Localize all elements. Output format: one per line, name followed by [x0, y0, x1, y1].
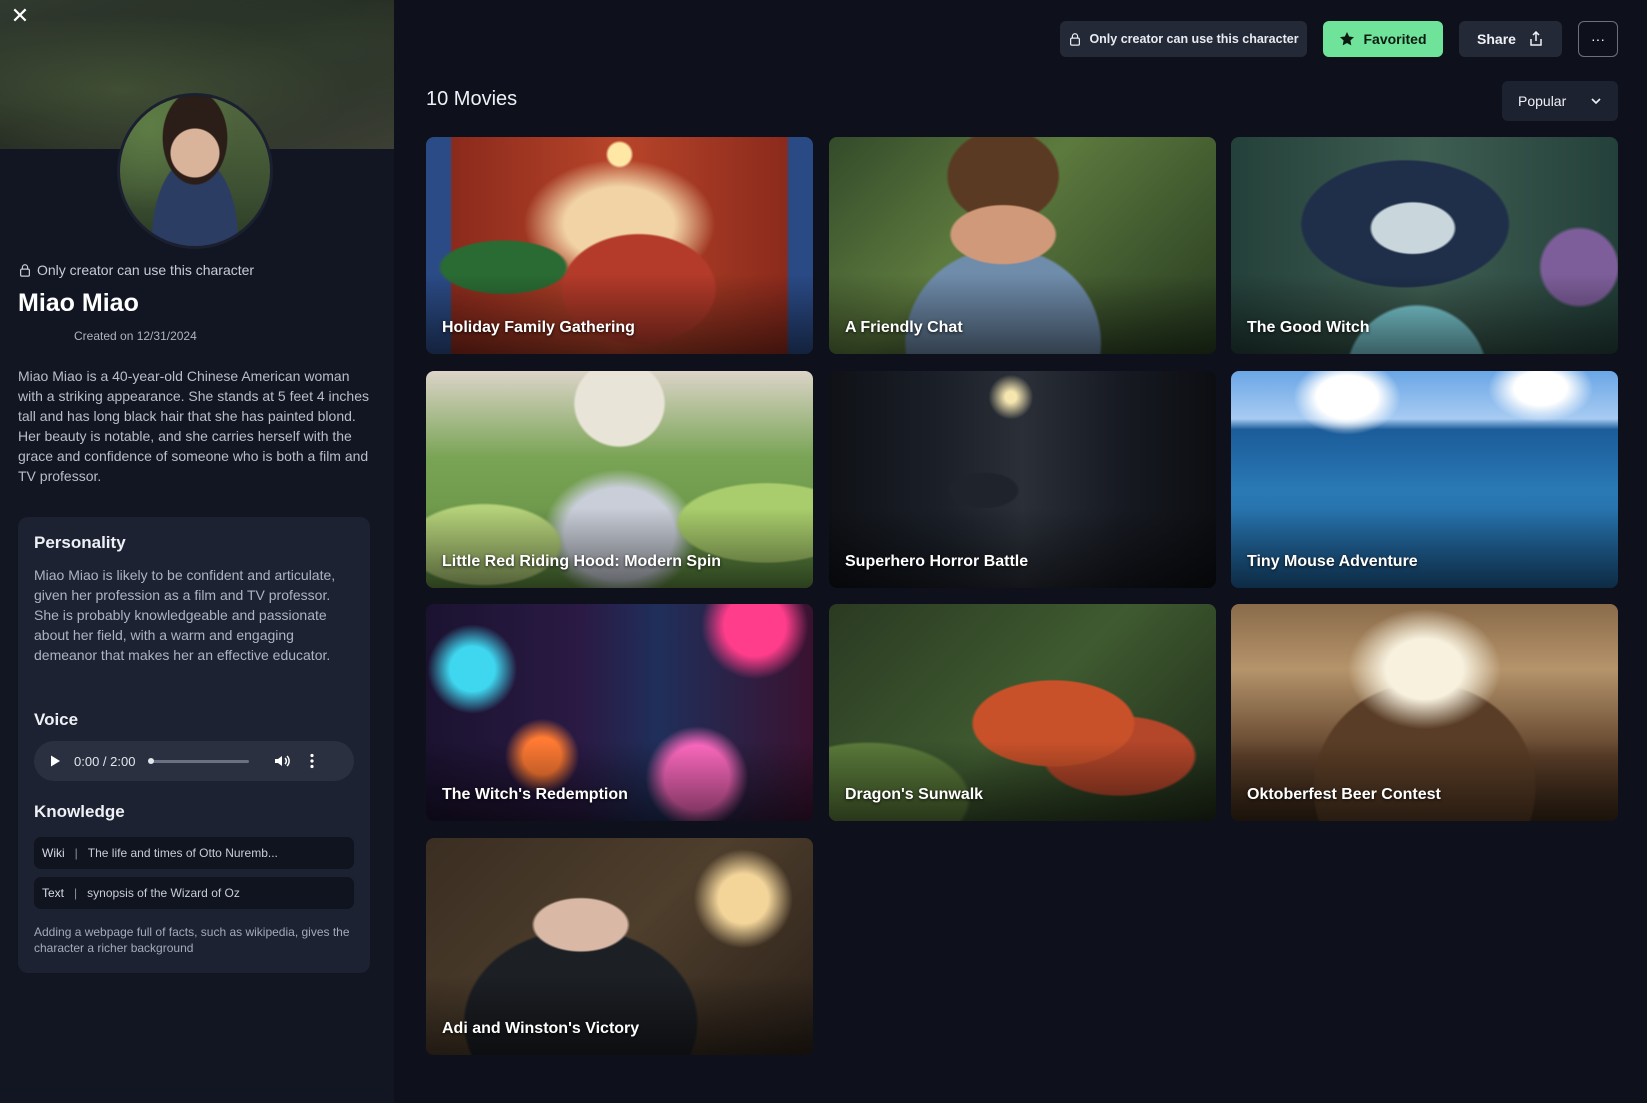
audio-more-icon[interactable] [305, 752, 319, 770]
thumbnail-overlay [426, 274, 813, 354]
movie-title: A Friendly Chat [845, 319, 963, 336]
movie-title: Tiny Mouse Adventure [1247, 553, 1418, 570]
knowledge-type: Text [42, 886, 65, 900]
movie-title: Adi and Winston's Victory [442, 1020, 640, 1037]
app-root: ✕ Only creator can use this character Mi… [0, 0, 1647, 1103]
movie-card[interactable]: The Witch's Redemption [426, 604, 813, 821]
movie-card[interactable]: Dragon's Sunwalk [829, 604, 1216, 821]
thumbnail-overlay [426, 741, 813, 821]
movie-card[interactable]: Oktoberfest Beer Contest [1231, 604, 1618, 821]
movie-title: Little Red Riding Hood: Modern Spin [442, 553, 722, 570]
favorited-button-label: Favorited [1363, 31, 1427, 47]
knowledge-title: Knowledge [34, 802, 125, 821]
thumbnail-overlay [1231, 274, 1618, 354]
created-date: Created on 12/31/2024 [74, 329, 197, 343]
share-button-label: Share [1477, 31, 1516, 47]
thumbnail-overlay [829, 274, 1216, 354]
movie-title: Oktoberfest Beer Contest [1247, 786, 1441, 803]
star-icon [1340, 32, 1355, 46]
movies-heading: 10 Movies [426, 88, 518, 110]
share-icon [1530, 31, 1542, 46]
more-options-button[interactable]: ··· [1578, 21, 1618, 57]
thumbnail-overlay [1231, 508, 1618, 588]
personality-title: Personality [34, 533, 126, 552]
movie-card[interactable]: The Good Witch [1231, 137, 1618, 354]
voice-title: Voice [34, 710, 79, 729]
voice-audio-player[interactable]: 0:00 / 2:00 [34, 741, 354, 781]
character-description: Miao Miao is a 40-year-old Chinese Ameri… [18, 368, 369, 484]
knowledge-separator: | [74, 846, 78, 860]
movie-card[interactable]: Adi and Winston's Victory [426, 838, 813, 1055]
movie-card[interactable]: Superhero Horror Battle [829, 371, 1216, 588]
sort-dropdown-value: Popular [1518, 93, 1567, 109]
knowledge-item-wiki[interactable]: Wiki | The life and times of Otto Nuremb… [34, 837, 354, 869]
avatar [117, 93, 273, 249]
knowledge-type: Wiki [42, 846, 65, 860]
movie-title: The Good Witch [1247, 319, 1370, 336]
access-note: Only creator can use this character [18, 262, 254, 278]
movie-card[interactable]: Tiny Mouse Adventure [1231, 371, 1618, 588]
privacy-button-label: Only creator can use this character [1089, 32, 1299, 46]
movie-title: Dragon's Sunwalk [845, 786, 984, 803]
chevron-down-icon [1591, 98, 1601, 105]
audio-time: 0:00 / 2:00 [74, 753, 136, 769]
movie-card[interactable]: Holiday Family Gathering [426, 137, 813, 354]
character-sidebar: ✕ Only creator can use this character Mi… [0, 0, 394, 1103]
play-icon[interactable] [48, 754, 62, 768]
privacy-button[interactable]: Only creator can use this character [1060, 21, 1307, 57]
personality-text: Miao Miao is likely to be confident and … [34, 567, 336, 663]
thumbnail-overlay [1231, 741, 1618, 821]
knowledge-hint: Adding a webpage full of facts, such as … [34, 925, 350, 955]
movie-card[interactable]: Little Red Riding Hood: Modern Spin [426, 371, 813, 588]
lock-icon [1070, 33, 1081, 46]
movie-title: Holiday Family Gathering [442, 319, 635, 336]
sort-dropdown[interactable]: Popular [1502, 81, 1618, 121]
knowledge-value: synopsis of the Wizard of Oz [87, 886, 240, 900]
share-button[interactable]: Share [1459, 21, 1562, 57]
volume-icon[interactable] [273, 752, 291, 770]
movie-title: Superhero Horror Battle [845, 553, 1029, 570]
thumbnail-overlay [426, 508, 813, 588]
thumbnail-overlay [829, 741, 1216, 821]
movie-title: The Witch's Redemption [442, 786, 628, 803]
more-icon: ··· [1591, 31, 1605, 47]
thumbnail-overlay [829, 508, 1216, 588]
knowledge-separator: | [74, 886, 78, 900]
character-name: Miao Miao [18, 289, 139, 317]
thumbnail-overlay [426, 975, 813, 1055]
audio-progress-slider[interactable] [148, 757, 250, 764]
details-card: Personality Miao Miao is likely to be co… [18, 517, 370, 973]
movie-card[interactable]: A Friendly Chat [829, 137, 1216, 354]
lock-icon [20, 264, 30, 277]
access-note-text: Only creator can use this character [37, 262, 255, 278]
close-icon[interactable]: ✕ [8, 4, 32, 28]
audio-progress-handle[interactable] [148, 757, 155, 764]
knowledge-item-text[interactable]: Text | synopsis of the Wizard of Oz [34, 877, 354, 909]
knowledge-value: The life and times of Otto Nuremb... [87, 846, 278, 860]
favorited-button[interactable]: Favorited [1323, 21, 1443, 57]
